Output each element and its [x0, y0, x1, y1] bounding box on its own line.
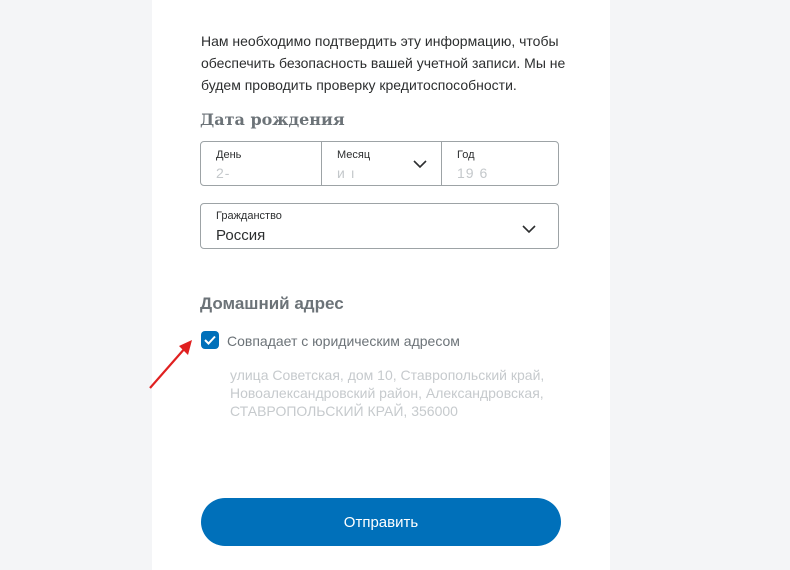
month-select[interactable]: Месяц и ı: [321, 142, 441, 185]
citizenship-select[interactable]: Гражданство Россия: [200, 203, 559, 249]
chevron-down-icon: [522, 225, 536, 234]
month-value: и ı: [337, 165, 356, 181]
page: Нам необходимо подтвердить эту информаци…: [0, 0, 790, 570]
day-value: 2-: [216, 165, 231, 181]
citizenship-value: Россия: [216, 227, 266, 244]
home-address-title: Домашний адрес: [200, 294, 344, 313]
year-value: 19 6: [457, 165, 489, 181]
birth-date-title: Дата рождения: [200, 110, 345, 129]
month-label: Месяц: [337, 149, 371, 161]
checkmark-icon: [204, 335, 216, 345]
citizenship-label: Гражданство: [216, 210, 282, 222]
chevron-down-icon: [413, 160, 427, 169]
day-field[interactable]: День 2-: [201, 142, 321, 185]
year-label: Год: [457, 149, 475, 161]
same-address-label[interactable]: Совпадает с юридическим адресом: [227, 333, 460, 349]
intro-text: Нам необходимо подтвердить эту информаци…: [201, 33, 566, 93]
red-arrow-icon: [149, 340, 192, 389]
year-field[interactable]: Год 19 6: [441, 142, 558, 185]
birth-date-group: День 2- Месяц и ı Год 19 6: [200, 141, 559, 186]
submit-button[interactable]: Отправить: [201, 498, 561, 546]
same-address-checkbox[interactable]: [201, 331, 219, 349]
day-label: День: [216, 149, 242, 161]
address-text: улица Советская, дом 10, Ставропольский …: [230, 367, 545, 419]
